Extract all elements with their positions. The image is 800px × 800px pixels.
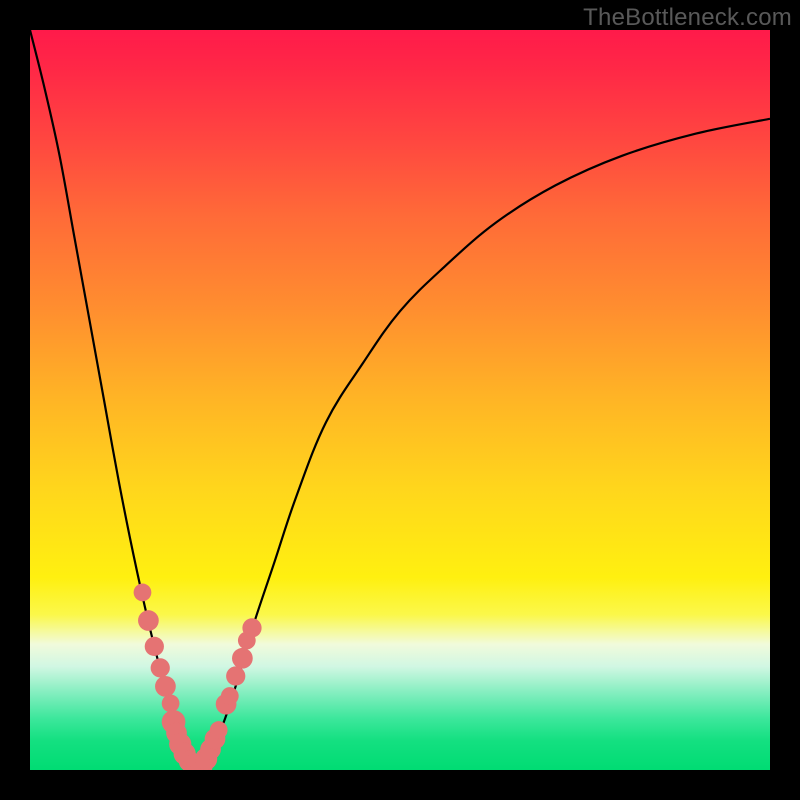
- curve-marker: [226, 666, 245, 685]
- curve-marker: [151, 658, 170, 677]
- curve-marker: [242, 618, 261, 637]
- curve-markers: [134, 584, 262, 770]
- curve-marker: [145, 637, 164, 656]
- curve-marker: [134, 584, 152, 602]
- curve-marker: [232, 648, 253, 669]
- curve-marker: [155, 676, 176, 697]
- watermark-text: TheBottleneck.com: [583, 4, 792, 32]
- chart-frame: TheBottleneck.com: [0, 0, 800, 800]
- bottleneck-curve: [30, 30, 770, 770]
- curve-marker: [210, 721, 228, 739]
- curve-marker: [162, 695, 180, 713]
- curve-svg: [30, 30, 770, 770]
- plot-area: [30, 30, 770, 770]
- curve-marker: [221, 687, 239, 705]
- curve-marker: [138, 610, 159, 631]
